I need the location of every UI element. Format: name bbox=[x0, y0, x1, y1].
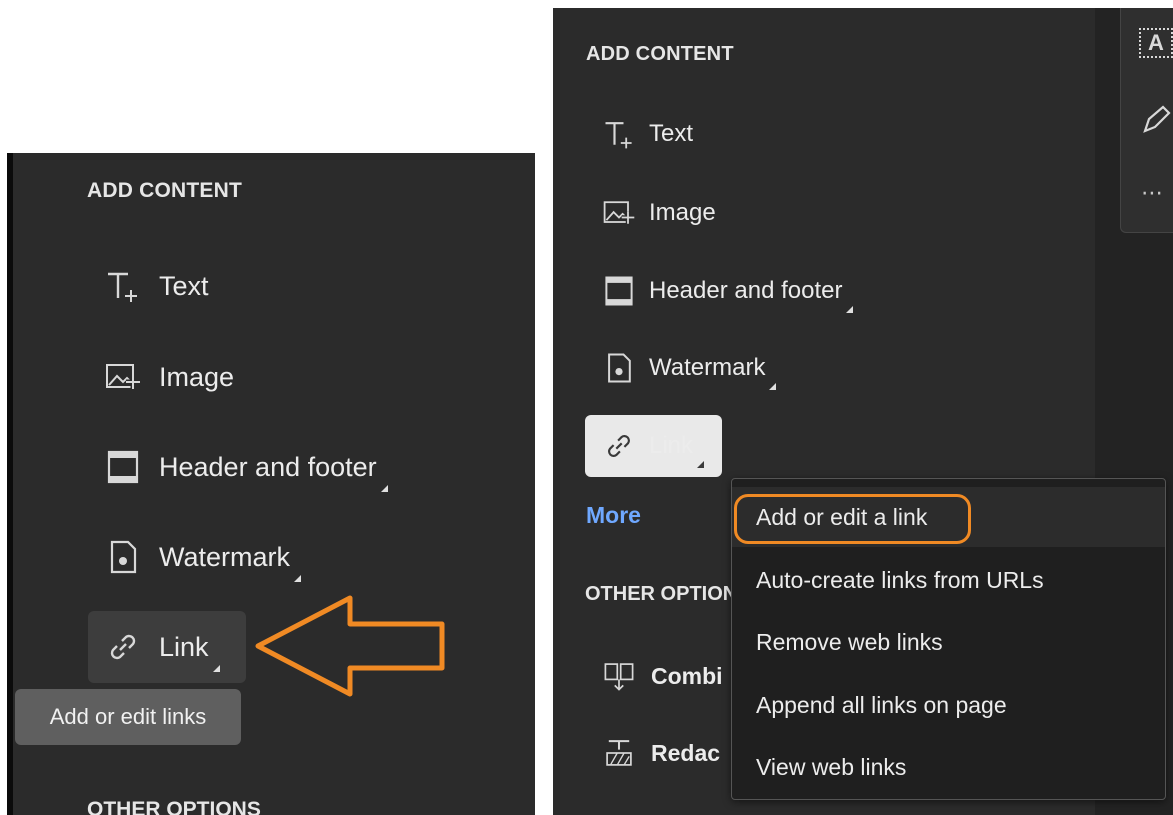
other-options-heading: OTHER OPTIONS bbox=[87, 798, 261, 815]
add-content-heading: ADD CONTENT bbox=[586, 43, 734, 65]
annotation-arrow-icon bbox=[255, 595, 445, 697]
redact-icon bbox=[601, 735, 637, 771]
other-options-heading: OTHER OPTION bbox=[585, 583, 738, 605]
image-tool-label: Image bbox=[649, 199, 716, 226]
image-tool[interactable]: Image bbox=[103, 352, 234, 402]
text-box-icon[interactable]: A bbox=[1139, 28, 1173, 58]
text-tool[interactable]: Text bbox=[601, 112, 693, 156]
image-add-icon bbox=[601, 195, 637, 231]
watermark-tool[interactable]: Watermark bbox=[601, 346, 777, 390]
watermark-icon bbox=[103, 537, 143, 577]
menu-item-add-edit-link[interactable]: Add or edit a link bbox=[756, 504, 927, 531]
watermark-tool-label: Watermark bbox=[649, 354, 766, 381]
add-content-heading: ADD CONTENT bbox=[87, 179, 243, 202]
quick-tools-box: A ⋯ bbox=[1120, 8, 1173, 233]
link-tool[interactable]: Link bbox=[601, 424, 705, 468]
more-dots-icon[interactable]: ⋯ bbox=[1141, 180, 1165, 206]
redact-tool[interactable]: Redac bbox=[601, 735, 720, 771]
text-tool[interactable]: Text bbox=[103, 261, 209, 311]
submenu-caret-icon bbox=[697, 461, 705, 468]
watermark-icon bbox=[601, 350, 637, 386]
redact-tool-label: Redac bbox=[651, 739, 721, 766]
submenu-caret-icon bbox=[769, 383, 777, 390]
image-add-icon bbox=[103, 357, 143, 397]
link-tool-label: Link bbox=[649, 432, 694, 459]
submenu-caret-icon bbox=[294, 575, 302, 582]
combine-icon bbox=[601, 658, 637, 694]
link-dropdown-menu: Add or edit a link Auto-create links fro… bbox=[731, 478, 1166, 800]
text-tool-label: Text bbox=[159, 270, 209, 301]
edit-pen-icon[interactable] bbox=[1139, 103, 1173, 142]
watermark-tool[interactable]: Watermark bbox=[103, 532, 302, 582]
combine-tool[interactable]: Combi bbox=[601, 658, 723, 694]
link-tooltip: Add or edit links bbox=[15, 689, 241, 745]
header-footer-tool-label: Header and footer bbox=[159, 451, 377, 482]
menu-item-auto-create-links[interactable]: Auto-create links from URLs bbox=[756, 567, 1044, 594]
menu-item-append-links[interactable]: Append all links on page bbox=[756, 692, 1007, 719]
watermark-tool-label: Watermark bbox=[159, 541, 291, 572]
combine-tool-label: Combi bbox=[651, 662, 723, 689]
text-add-icon bbox=[601, 116, 637, 152]
link-tool[interactable]: Link bbox=[103, 622, 220, 672]
header-footer-tool[interactable]: Header and footer bbox=[601, 269, 854, 313]
image-tool[interactable]: Image bbox=[601, 191, 716, 235]
submenu-caret-icon bbox=[380, 485, 388, 492]
link-tool-label: Link bbox=[159, 631, 209, 662]
submenu-caret-icon bbox=[846, 306, 854, 313]
left-tools-panel: ADD CONTENT Text Image Header and footer… bbox=[7, 153, 535, 815]
text-tool-label: Text bbox=[649, 120, 694, 147]
header-footer-icon bbox=[103, 447, 143, 487]
text-add-icon bbox=[103, 266, 143, 306]
submenu-caret-icon bbox=[212, 665, 220, 672]
header-footer-tool-label: Header and footer bbox=[649, 277, 843, 304]
header-footer-tool[interactable]: Header and footer bbox=[103, 442, 388, 492]
image-tool-label: Image bbox=[159, 361, 235, 392]
link-icon bbox=[601, 428, 637, 464]
more-link[interactable]: More bbox=[586, 502, 641, 529]
link-icon bbox=[103, 627, 143, 667]
menu-item-view-web-links[interactable]: View web links bbox=[756, 754, 906, 781]
menu-item-remove-web-links[interactable]: Remove web links bbox=[756, 629, 943, 656]
header-footer-icon bbox=[601, 273, 637, 309]
